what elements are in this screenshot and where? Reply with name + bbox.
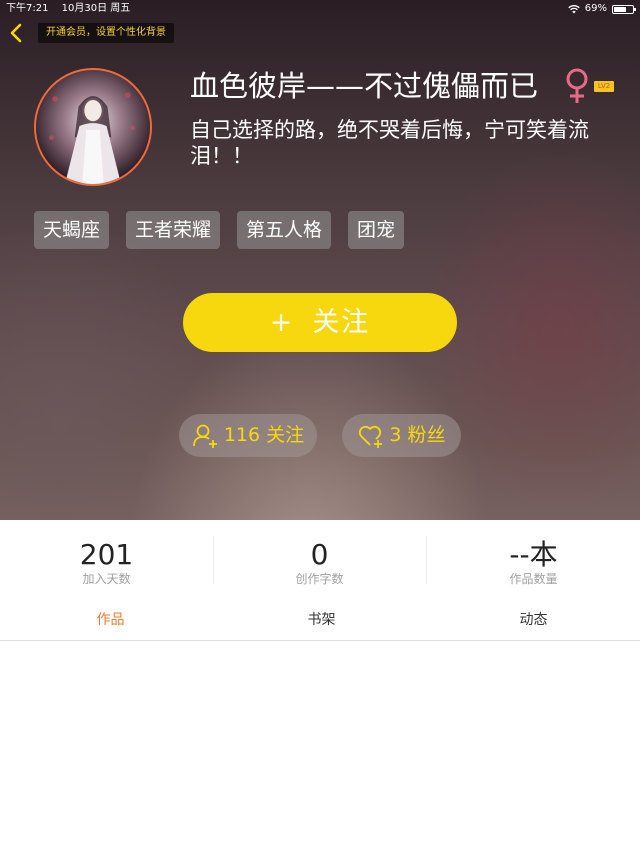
- follow-button[interactable]: + 关注: [183, 293, 457, 352]
- heart-plus-icon: [359, 425, 383, 448]
- avatar-image: [36, 70, 150, 184]
- status-date: 10月30日 周五: [61, 3, 131, 14]
- stat-value: --本: [509, 538, 558, 571]
- tab-bookshelf[interactable]: 书架: [215, 600, 428, 640]
- profile-header-background: 下午7:21 10月30日 周五 69% 开通会员，设置个性化背景 血色彼岸——…: [0, 0, 640, 520]
- female-gender-icon: [566, 68, 588, 103]
- stats-row: 201 加入天数 0 创作字数 --本 作品数量: [0, 520, 640, 600]
- follow-button-label: 关注: [312, 307, 371, 338]
- wifi-icon: [568, 5, 580, 14]
- stat-label: 作品数量: [509, 572, 558, 586]
- battery-fill: [614, 6, 626, 12]
- profile-tabs: 作品 书架 动态: [0, 600, 640, 641]
- status-left: 下午7:21 10月30日 周五: [6, 0, 140, 18]
- following-count-button[interactable]: 116 关注: [179, 414, 317, 457]
- add-user-icon: [192, 424, 217, 448]
- content-area: [0, 641, 640, 853]
- tag-item: 团宠: [348, 211, 405, 249]
- stat-join-days: 201 加入天数: [0, 520, 213, 586]
- stat-value: 0: [310, 538, 329, 571]
- stat-label: 加入天数: [82, 572, 131, 586]
- fans-count-button[interactable]: 3 粉丝: [342, 414, 461, 457]
- battery-icon: [612, 4, 636, 14]
- stat-works-count: --本 作品数量: [427, 520, 640, 586]
- bio-text: 自己选择的路，绝不哭着后悔，宁可笑着流泪！！: [190, 118, 589, 168]
- plus-icon: +: [269, 307, 295, 338]
- tab-activity[interactable]: 动态: [427, 600, 640, 640]
- tag-item: 天蝎座: [34, 211, 110, 249]
- following-count-label: 116 关注: [223, 424, 305, 446]
- avatar[interactable]: [34, 68, 152, 186]
- status-bar: 下午7:21 10月30日 周五 69%: [0, 0, 640, 18]
- level-badge: LV2: [594, 81, 614, 92]
- stat-word-count: 0 创作字数: [213, 520, 426, 586]
- tag-item: 王者荣耀: [126, 211, 221, 249]
- chevron-left-icon[interactable]: [6, 22, 28, 44]
- stat-value: 201: [79, 538, 134, 571]
- status-time: 下午7:21: [6, 3, 49, 14]
- profile-screen: 下午7:21 10月30日 周五 69% 开通会员，设置个性化背景 血色彼岸——…: [0, 0, 640, 853]
- tab-works[interactable]: 作品: [4, 600, 217, 640]
- tag-item: 第五人格: [237, 211, 332, 249]
- vip-background-banner[interactable]: 开通会员，设置个性化背景: [38, 23, 174, 43]
- fans-count-label: 3 粉丝: [389, 424, 446, 446]
- status-right: 69%: [568, 0, 636, 18]
- username: 血色彼岸——不过傀儡而已: [190, 69, 539, 103]
- stat-label: 创作字数: [295, 572, 344, 586]
- tag-list: 天蝎座 王者荣耀 第五人格 团宠: [34, 211, 405, 249]
- battery-percent: 69%: [584, 3, 607, 14]
